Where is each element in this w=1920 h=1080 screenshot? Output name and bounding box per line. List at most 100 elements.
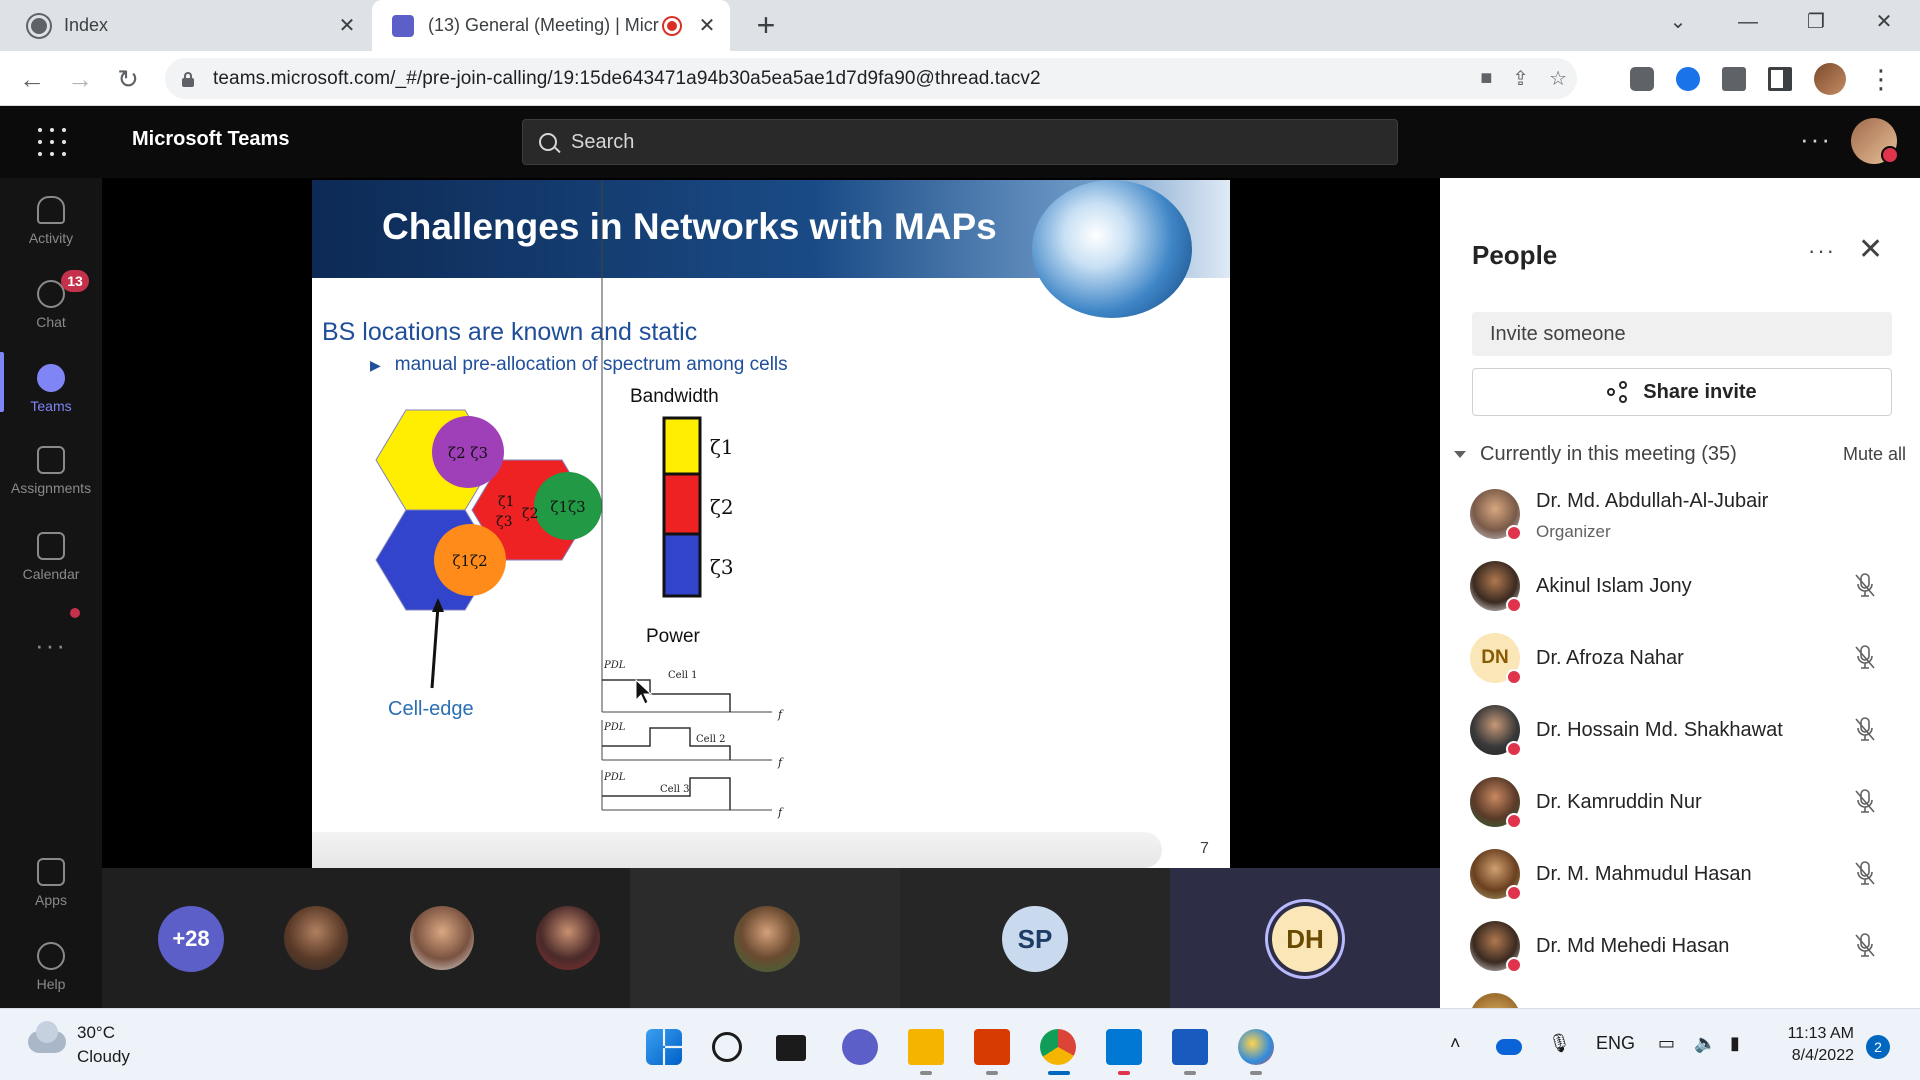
- word-icon[interactable]: [1172, 1029, 1208, 1065]
- rail-item-help[interactable]: Help: [0, 942, 102, 992]
- hex-label-bottom: ζ1ζ2: [452, 552, 487, 570]
- meeting-section-header[interactable]: Currently in this meeting (35) Mute all: [1448, 436, 1908, 472]
- bookmark-star-icon[interactable]: ☆: [1549, 66, 1567, 91]
- shared-slide[interactable]: Challenges in Networks with MAPs BS loca…: [312, 180, 1230, 868]
- list-item[interactable]: DN Dr. Afroza Nahar: [1440, 622, 1920, 694]
- sync-extension-icon[interactable]: [1676, 67, 1700, 91]
- side-panel-icon[interactable]: [1768, 67, 1792, 91]
- rail-item-apps[interactable]: Apps: [0, 858, 102, 908]
- teams-header: Microsoft Teams Search ···: [0, 106, 1920, 178]
- browser-menu-icon[interactable]: ⋮: [1868, 66, 1894, 92]
- language-indicator[interactable]: ENG: [1596, 1033, 1635, 1054]
- back-button[interactable]: ←: [12, 59, 52, 99]
- paint-icon[interactable]: [1238, 1029, 1274, 1065]
- extension-icon[interactable]: [1630, 67, 1654, 91]
- participant-photo[interactable]: [536, 906, 600, 970]
- network-icon[interactable]: ▭: [1658, 1033, 1675, 1054]
- list-item[interactable]: Akinul Islam Jony: [1440, 550, 1920, 622]
- close-window-button[interactable]: ✕: [1852, 0, 1916, 44]
- rail-item-chat[interactable]: 13 Chat: [0, 270, 102, 330]
- tab-teams-meeting[interactable]: (13) General (Meeting) | Micr ✕: [372, 0, 730, 51]
- rail-item-teams[interactable]: Teams: [0, 364, 102, 414]
- onedrive-cloud-icon[interactable]: [1496, 1039, 1522, 1055]
- participant-name: Dr. Afroza Nahar: [1536, 646, 1684, 669]
- close-icon[interactable]: ✕: [1858, 232, 1883, 267]
- microphone-icon[interactable]: 🎙: [1548, 1033, 1571, 1054]
- list-item[interactable]: Dr. M. Mahmudul Hasan: [1440, 838, 1920, 910]
- weather-condition[interactable]: Cloudy: [77, 1047, 130, 1067]
- more-options-icon[interactable]: ···: [1800, 124, 1832, 155]
- list-item[interactable]: Dr. Md Mehedi Hasan: [1440, 910, 1920, 982]
- avatar: [1470, 777, 1522, 829]
- url-text[interactable]: teams.microsoft.com/_#/pre-join-calling/…: [213, 68, 1041, 90]
- weather-temperature[interactable]: 30°C: [77, 1023, 115, 1043]
- participant-tile[interactable]: [630, 868, 900, 1008]
- cloud-icon[interactable]: [28, 1021, 66, 1053]
- chrome-icon[interactable]: [1040, 1029, 1076, 1065]
- list-item[interactable]: Dr. Md. Abdullah-Al-Jubair Organizer: [1440, 478, 1920, 550]
- invite-input[interactable]: [1472, 312, 1892, 356]
- rail-item-assignments[interactable]: Assignments: [0, 446, 102, 496]
- file-explorer-icon[interactable]: [908, 1029, 944, 1065]
- new-tab-button[interactable]: +: [748, 8, 784, 44]
- outlook-icon[interactable]: [1106, 1029, 1142, 1065]
- start-icon[interactable]: [646, 1029, 682, 1065]
- close-icon[interactable]: ✕: [692, 13, 722, 38]
- legend-zeta-3: ζ3: [710, 555, 734, 579]
- participant-photo[interactable]: [284, 906, 348, 970]
- list-item[interactable]: Dr. Kamruddin Nur: [1440, 766, 1920, 838]
- participant-photo[interactable]: [734, 906, 800, 972]
- notification-dot: [70, 608, 80, 618]
- office-icon[interactable]: [974, 1029, 1010, 1065]
- participant-group-tile[interactable]: +28: [102, 868, 630, 1008]
- rail-item-calendar[interactable]: Calendar: [0, 532, 102, 582]
- restore-button[interactable]: ❐: [1784, 0, 1848, 44]
- teams-chat-icon[interactable]: [842, 1029, 878, 1065]
- search-box[interactable]: Search: [522, 119, 1398, 165]
- minimize-button[interactable]: —: [1716, 0, 1780, 44]
- share-page-icon[interactable]: ⇪: [1512, 66, 1529, 91]
- mic-off-icon: [1855, 933, 1875, 957]
- bandwidth-bar-1: [662, 416, 702, 476]
- running-indicator: [920, 1071, 932, 1075]
- participant-tile-dh[interactable]: DH: [1170, 868, 1440, 1008]
- panel-title: People: [1472, 240, 1558, 270]
- share-invite-button[interactable]: Share invite: [1472, 368, 1892, 416]
- mute-all-button[interactable]: Mute all: [1843, 444, 1906, 465]
- tab-search-icon[interactable]: ⌄: [1646, 0, 1710, 44]
- battery-icon[interactable]: ▮: [1730, 1033, 1740, 1054]
- task-view-icon[interactable]: [776, 1035, 806, 1061]
- avatar: [1470, 921, 1522, 973]
- list-item[interactable]: [1440, 982, 1920, 1008]
- profile-avatar[interactable]: [1814, 63, 1846, 95]
- user-avatar[interactable]: [1851, 118, 1899, 164]
- tab-index[interactable]: Index ✕: [8, 0, 370, 51]
- rail-item-activity[interactable]: Activity: [0, 196, 102, 246]
- clock[interactable]: 11:13 AM 8/4/2022: [1762, 1023, 1854, 1067]
- chevron-up-icon[interactable]: ˄: [1450, 1033, 1461, 1054]
- participant-photo[interactable]: [410, 906, 474, 970]
- more-apps-icon[interactable]: ···: [0, 630, 102, 661]
- camera-icon[interactable]: ■: [1480, 67, 1492, 90]
- app-launcher-icon[interactable]: [38, 128, 66, 156]
- forward-button[interactable]: →: [60, 59, 100, 99]
- volume-icon[interactable]: 🔈: [1694, 1033, 1716, 1054]
- notification-badge[interactable]: 2: [1866, 1035, 1890, 1059]
- people-panel: People ··· ✕ Share invite Currently in t…: [1440, 178, 1920, 1008]
- list-item[interactable]: Dr. Hossain Md. Shakhawat: [1440, 694, 1920, 766]
- hex-label-top: ζ2 ζ3: [448, 444, 488, 462]
- legend-zeta-1: ζ1: [710, 435, 734, 459]
- participant-tile-sp[interactable]: SP: [900, 868, 1170, 1008]
- svg-text:PDL: PDL: [603, 660, 626, 671]
- tab-title: Index: [64, 15, 109, 35]
- close-icon[interactable]: ✕: [332, 13, 362, 38]
- search-icon[interactable]: [712, 1032, 742, 1062]
- extensions-puzzle-icon[interactable]: [1722, 67, 1746, 91]
- more-options-icon[interactable]: ···: [1808, 238, 1836, 264]
- mic-off-icon: [1855, 573, 1875, 597]
- reload-button[interactable]: ↻: [108, 59, 148, 99]
- lock-icon[interactable]: [181, 71, 195, 87]
- rail-label: Help: [36, 976, 66, 992]
- omnibox[interactable]: teams.microsoft.com/_#/pre-join-calling/…: [165, 58, 1577, 99]
- overflow-count[interactable]: +28: [158, 906, 224, 972]
